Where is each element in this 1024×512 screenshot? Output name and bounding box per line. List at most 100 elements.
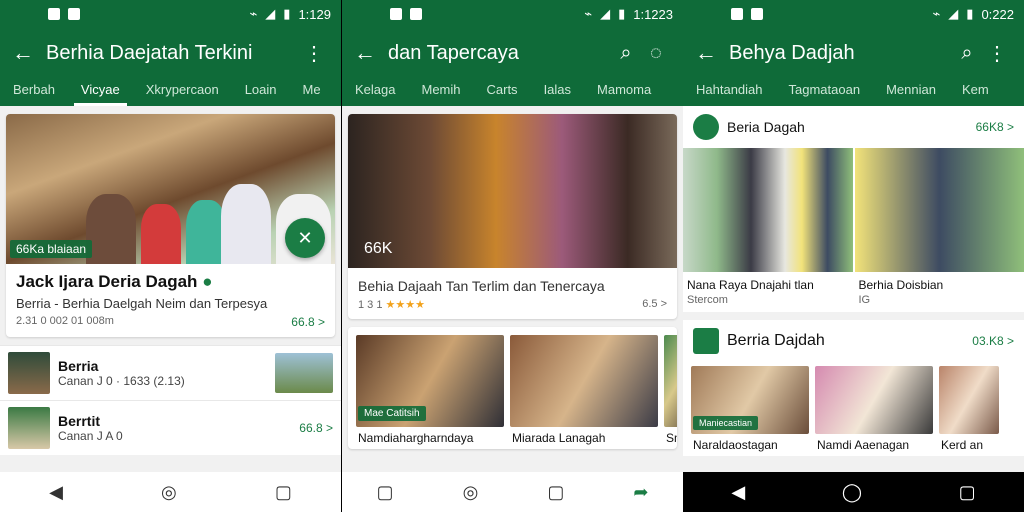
section-header[interactable]: Berria Dajdah 03.K8 > [683, 320, 1024, 362]
date: 2.31 0 002 01 008m [16, 315, 114, 327]
news-card[interactable]: Berhia Doisbian IG [854, 148, 1024, 312]
section-header[interactable]: Beria Dagah 66K8 > [683, 106, 1024, 148]
list-item-meta: Canan J A 0 [58, 429, 123, 443]
section-title: Beria Dagah [727, 119, 805, 135]
hero-image: 66K [348, 114, 677, 268]
news-image [683, 148, 853, 272]
hero-card[interactable]: 66Ka blaiaan ✕ Jack Ijara Deria Dagah ● … [6, 114, 335, 337]
view-count[interactable]: 03.K8 > [972, 334, 1014, 348]
wifi-icon: ⌁ [932, 6, 941, 21]
nav-square-icon[interactable]: ▢ [377, 482, 394, 503]
subtitle: Berria - Berhia Daelgah Neim dan Terpesy… [16, 296, 268, 311]
battery-icon: ▮ [283, 6, 291, 21]
carousel-image [510, 335, 658, 427]
back-arrow-icon[interactable]: ← [12, 40, 46, 66]
back-arrow-icon[interactable]: ← [354, 40, 388, 66]
share-icon[interactable]: ➦ [633, 482, 648, 503]
carousel-image [939, 366, 999, 434]
list-item[interactable]: Berrtit Canan J A 0 66.8 > [0, 400, 341, 455]
carousel-image: Maniecastian [691, 366, 809, 434]
nav-home-icon[interactable]: ◎ [463, 482, 479, 503]
page-title: Behya Dadjah [729, 41, 855, 64]
tab-item[interactable]: Loain [232, 81, 290, 106]
feed: Beria Dagah 66K8 > Nana Raya Dnajahi tla… [683, 106, 1024, 472]
view-count[interactable]: 66.8 > [299, 421, 333, 435]
tab-item-active[interactable]: Vicyae [68, 81, 133, 106]
more-vert-icon[interactable]: ⋮ [299, 41, 329, 66]
view-count[interactable]: 6.5 > [642, 298, 667, 311]
chat-icon[interactable]: ◌ [641, 42, 671, 65]
notification-icon [731, 8, 743, 20]
list-item[interactable]: Berria Canan J 0 · 1633 (2.13) [0, 345, 341, 400]
phone-screen-3: ⌁ ◢ ▮ 0:222 ← Behya Dadjah ⌕ ⋮ Hahtandiah T… [683, 0, 1024, 512]
tab-item[interactable]: Tagmataoan [776, 81, 874, 106]
carousel-card[interactable]: Kerd an [939, 366, 999, 456]
carousel: Mae Catitsih Namdiahargharndaya Miarada … [348, 327, 677, 449]
tab-item[interactable]: Ialas [531, 81, 584, 106]
tab-bar: Kelaga Memih Carts Ialas Mamoma [342, 78, 683, 106]
search-icon[interactable]: ⌕ [952, 42, 982, 65]
star-rating: ★★★★ [385, 299, 425, 311]
carousel-card[interactable]: Miarada Lanagah [510, 335, 658, 449]
tab-item[interactable]: Me [290, 81, 334, 106]
list-item-title: Berria [58, 358, 99, 374]
hero-card[interactable]: 66K Behia Dajaah Tan Terlim dan Tenercay… [348, 114, 677, 319]
nav-recents-icon[interactable]: ▢ [959, 482, 976, 503]
carousel-caption: Miarada Lanagah [512, 431, 606, 445]
tab-item[interactable]: Kem [949, 81, 1002, 106]
carousel-caption: Kerd an [941, 438, 984, 452]
tab-item[interactable]: Carts [474, 81, 531, 106]
clock: 1:129 [298, 6, 331, 22]
nav-bar: ◀ ◯ ▢ [683, 472, 1024, 512]
hero-image: 66Ka blaiaan ✕ [6, 114, 335, 264]
carousel-image [815, 366, 933, 434]
list-item-meta: Canan J 0 · 1633 (2.13) [58, 374, 185, 388]
thumbnail-wide [275, 353, 333, 393]
carousel-image [664, 335, 677, 427]
section-title: Berria Dajdah [727, 332, 825, 349]
list-item-title: Berrtit [58, 413, 101, 429]
carousel-card[interactable]: Namdi Aaenagan [815, 366, 933, 456]
nav-recents-icon[interactable]: ▢ [275, 482, 292, 503]
nav-recents-icon[interactable]: ▢ [547, 482, 564, 503]
tab-item[interactable]: Berbah [0, 81, 68, 106]
tab-item[interactable]: Mamoma [584, 81, 664, 106]
carousel: Maniecastian Naraldaostagan Namdi Aaenag… [683, 362, 1024, 456]
notification-icon [48, 8, 60, 20]
more-vert-icon[interactable]: ⋮ [982, 41, 1012, 66]
close-fab-icon[interactable]: ✕ [285, 218, 325, 258]
search-icon[interactable]: ⌕ [611, 42, 641, 65]
status-bar: ⌁ ◢ ▮ 1:1223 [342, 0, 683, 28]
nav-back-icon[interactable]: ◀ [49, 482, 63, 503]
image-badge: Maniecastian [693, 416, 759, 430]
carousel-image: Mae Catitsih [356, 335, 504, 427]
nav-home-icon[interactable]: ◯ [842, 482, 862, 503]
tab-item[interactable]: Mennian [873, 81, 949, 106]
nav-home-icon[interactable]: ◎ [161, 482, 177, 503]
news-card[interactable]: Nana Raya Dnajahi tlan Stercom [683, 148, 853, 312]
headline: Behia Dajaah Tan Terlim dan Tenercaya [358, 278, 605, 294]
tab-item[interactable]: Kelaga [342, 81, 408, 106]
page-title: dan Tapercaya [388, 41, 519, 64]
nav-back-icon[interactable]: ◀ [731, 482, 745, 503]
wifi-icon: ⌁ [584, 6, 593, 21]
mail-icon [751, 8, 763, 20]
carousel-card[interactable]: Mae Catitsih Namdiahargharndaya [356, 335, 504, 449]
carousel-card[interactable]: Sm [664, 335, 677, 449]
mail-icon [410, 8, 422, 20]
back-arrow-icon[interactable]: ← [695, 40, 729, 66]
clock: 1:1223 [633, 6, 673, 22]
tab-item[interactable]: Hahtandiah [683, 81, 776, 106]
tab-item[interactable]: Xkrypercaon [133, 81, 232, 106]
rating-number: 1 3 1 [358, 299, 383, 311]
nav-bar: ◀ ◎ ▢ [0, 472, 341, 512]
avatar [693, 328, 719, 354]
view-count[interactable]: 66.8 > [291, 315, 325, 329]
tab-bar: Hahtandiah Tagmataoan Mennian Kem [683, 78, 1024, 106]
carousel-card[interactable]: Maniecastian Naraldaostagan [691, 366, 809, 456]
card-pair: Nana Raya Dnajahi tlan Stercom Berhia Do… [683, 148, 1024, 312]
app-bar: ← Behya Dadjah ⌕ ⋮ [683, 28, 1024, 78]
phone-screen-2: ⌁ ◢ ▮ 1:1223 ← dan Tapercaya ⌕ ◌ Kelaga Mem… [342, 0, 683, 512]
tab-item[interactable]: Memih [408, 81, 473, 106]
view-count[interactable]: 66K8 > [976, 120, 1014, 134]
